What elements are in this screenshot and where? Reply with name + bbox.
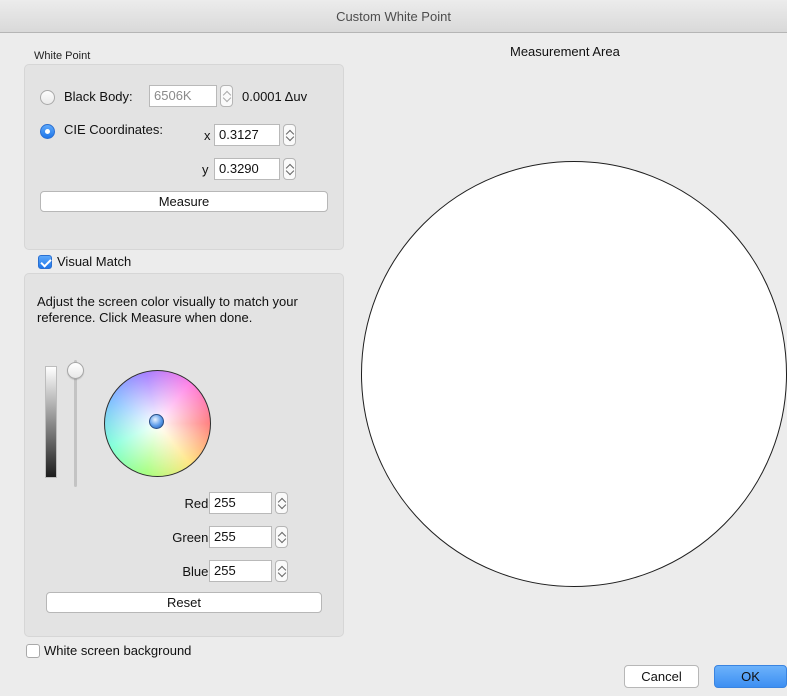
measurement-area-title: Measurement Area: [510, 44, 620, 59]
cie-x-stepper[interactable]: [283, 124, 296, 146]
white-screen-background-checkbox[interactable]: [26, 644, 40, 658]
cie-y-label: y: [202, 162, 209, 177]
visual-match-group: Adjust the screen color visually to matc…: [24, 273, 344, 637]
visual-match-checkbox[interactable]: [38, 255, 52, 269]
reset-button[interactable]: Reset: [46, 592, 322, 613]
cie-y-field[interactable]: 0.3290: [214, 158, 280, 180]
white-screen-background-label: White screen background: [44, 643, 192, 658]
cie-x-label: x: [204, 128, 211, 143]
white-point-section-label: White Point: [34, 50, 91, 62]
red-stepper[interactable]: [275, 492, 288, 514]
blue-field[interactable]: 255: [209, 560, 272, 582]
brightness-slider-knob[interactable]: [67, 362, 84, 379]
measure-button[interactable]: Measure: [40, 191, 328, 212]
green-label: Green:: [172, 530, 212, 545]
cie-coordinates-label: CIE Coordinates:: [64, 122, 163, 137]
blue-label: Blue:: [182, 564, 212, 579]
window-title: Custom White Point: [336, 9, 451, 24]
visual-match-label: Visual Match: [57, 254, 132, 269]
cancel-button[interactable]: Cancel: [624, 665, 699, 688]
cie-y-stepper[interactable]: [283, 158, 296, 180]
green-field[interactable]: 255: [209, 526, 272, 548]
brightness-slider-track[interactable]: [74, 360, 77, 487]
ok-button[interactable]: OK: [714, 665, 787, 688]
red-label: Red:: [184, 496, 212, 511]
red-field[interactable]: 255: [209, 492, 272, 514]
brightness-gradient: [45, 366, 57, 478]
cie-coordinates-radio[interactable]: [40, 124, 55, 139]
white-point-group: Black Body: 6506K 0.0001 Δuv CIE Coordin…: [24, 64, 344, 250]
title-bar: Custom White Point: [0, 0, 787, 33]
black-body-radio[interactable]: [40, 90, 55, 105]
visual-match-instructions: Adjust the screen color visually to matc…: [37, 294, 298, 325]
delta-uv-value: 0.0001 Δuv: [242, 89, 308, 104]
cie-x-field[interactable]: 0.3127: [214, 124, 280, 146]
black-body-temperature-field[interactable]: 6506K: [149, 85, 217, 107]
black-body-label: Black Body:: [64, 89, 133, 104]
black-body-stepper[interactable]: [220, 85, 233, 107]
green-stepper[interactable]: [275, 526, 288, 548]
blue-stepper[interactable]: [275, 560, 288, 582]
color-wheel-cursor[interactable]: [149, 414, 164, 429]
measurement-area-circle: [361, 161, 787, 587]
